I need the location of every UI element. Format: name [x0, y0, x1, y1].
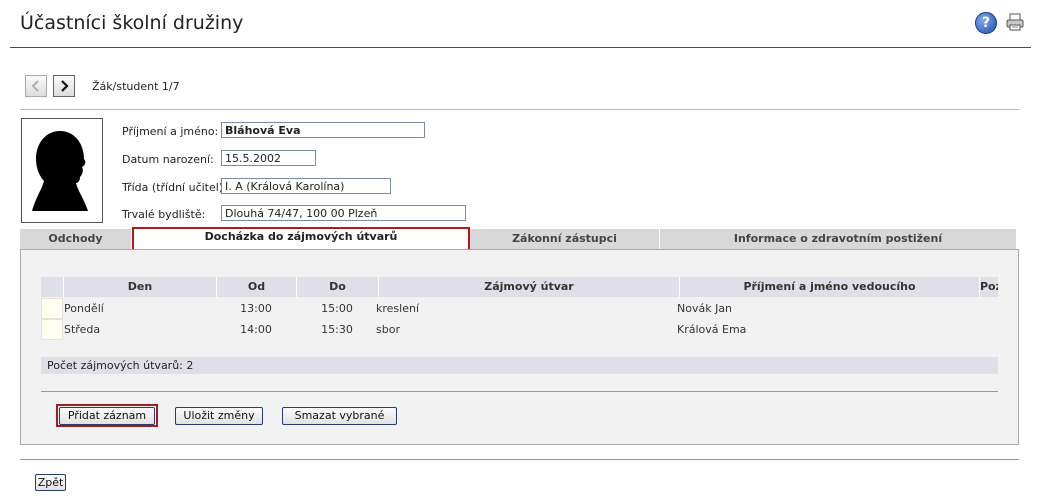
- save-changes-button[interactable]: Uložit změny: [175, 407, 263, 425]
- divider: [41, 391, 998, 392]
- title-divider: [10, 47, 1031, 48]
- row-select-checkbox[interactable]: [41, 319, 63, 340]
- cell-leader: Novák Jan: [677, 302, 733, 315]
- cell-day: Středa: [64, 323, 101, 336]
- cell-to: 15:00: [321, 302, 353, 315]
- divider: [20, 109, 1019, 110]
- tab-legal-guardians[interactable]: Zákonní zástupci: [470, 229, 660, 249]
- cell-to: 15:30: [321, 323, 353, 336]
- class-label: Třída (třídní učitel):: [122, 181, 227, 194]
- cell-from: 13:00: [240, 302, 272, 315]
- print-icon[interactable]: [1005, 12, 1025, 32]
- tab-departures[interactable]: Odchody: [20, 229, 132, 249]
- table-row[interactable]: Pondělí 13:00 15:00 kreslení Novák Jan: [41, 298, 998, 319]
- name-field[interactable]: Bláhová Eva: [221, 122, 425, 138]
- cell-from: 14:00: [240, 323, 272, 336]
- birth-label: Datum narození:: [122, 153, 214, 166]
- add-record-button[interactable]: Přidat záznam: [59, 407, 155, 425]
- tab-club-attendance[interactable]: Docházka do zájmových útvarů: [132, 227, 470, 251]
- silhouette-icon: [32, 131, 88, 211]
- name-label: Příjmení a jméno:: [122, 125, 219, 138]
- cell-day: Pondělí: [64, 302, 104, 315]
- table-header: Den Od Do Zájmový útvar Příjmení a jméno…: [41, 277, 998, 297]
- cell-leader: Králová Ema: [677, 323, 747, 336]
- tab-health-info[interactable]: Informace o zdravotním postižení: [660, 229, 1017, 249]
- cell-club: sbor: [376, 323, 400, 336]
- record-count: Počet zájmových útvarů: 2: [47, 359, 194, 372]
- page-title: Účastníci školní družiny: [20, 12, 244, 34]
- record-count-bar: Počet zájmových útvarů: 2: [41, 357, 998, 374]
- delete-selected-button[interactable]: Smazat vybrané: [282, 407, 397, 425]
- table-row[interactable]: Středa 14:00 15:30 sbor Králová Ema: [41, 319, 998, 340]
- column-header-from[interactable]: Od: [216, 277, 296, 297]
- chevron-left-icon: [31, 80, 39, 92]
- previous-student-button[interactable]: [25, 75, 47, 97]
- column-header-note[interactable]: Poz: [979, 277, 998, 297]
- class-field[interactable]: I. A (Králová Karolína): [221, 178, 391, 194]
- back-button[interactable]: Zpět: [35, 474, 66, 491]
- row-select-checkbox[interactable]: [41, 298, 63, 319]
- chevron-right-icon: [61, 80, 69, 92]
- cell-club: kreslení: [376, 302, 420, 315]
- birth-field[interactable]: 15.5.2002: [221, 150, 316, 166]
- student-counter: Žák/student 1/7: [92, 80, 180, 93]
- column-header-to[interactable]: Do: [296, 277, 378, 297]
- column-header-leader[interactable]: Příjmení a jméno vedoucího: [679, 277, 979, 297]
- address-label: Trvalé bydliště:: [122, 208, 206, 221]
- address-field[interactable]: Dlouhá 74/47, 100 00 Plzeň: [221, 205, 466, 221]
- student-photo: [21, 118, 103, 223]
- divider: [20, 459, 1019, 460]
- next-student-button[interactable]: [53, 75, 75, 97]
- help-icon[interactable]: ?: [975, 12, 997, 34]
- column-header-day[interactable]: Den: [63, 277, 216, 297]
- column-header-club[interactable]: Zájmový útvar: [378, 277, 679, 297]
